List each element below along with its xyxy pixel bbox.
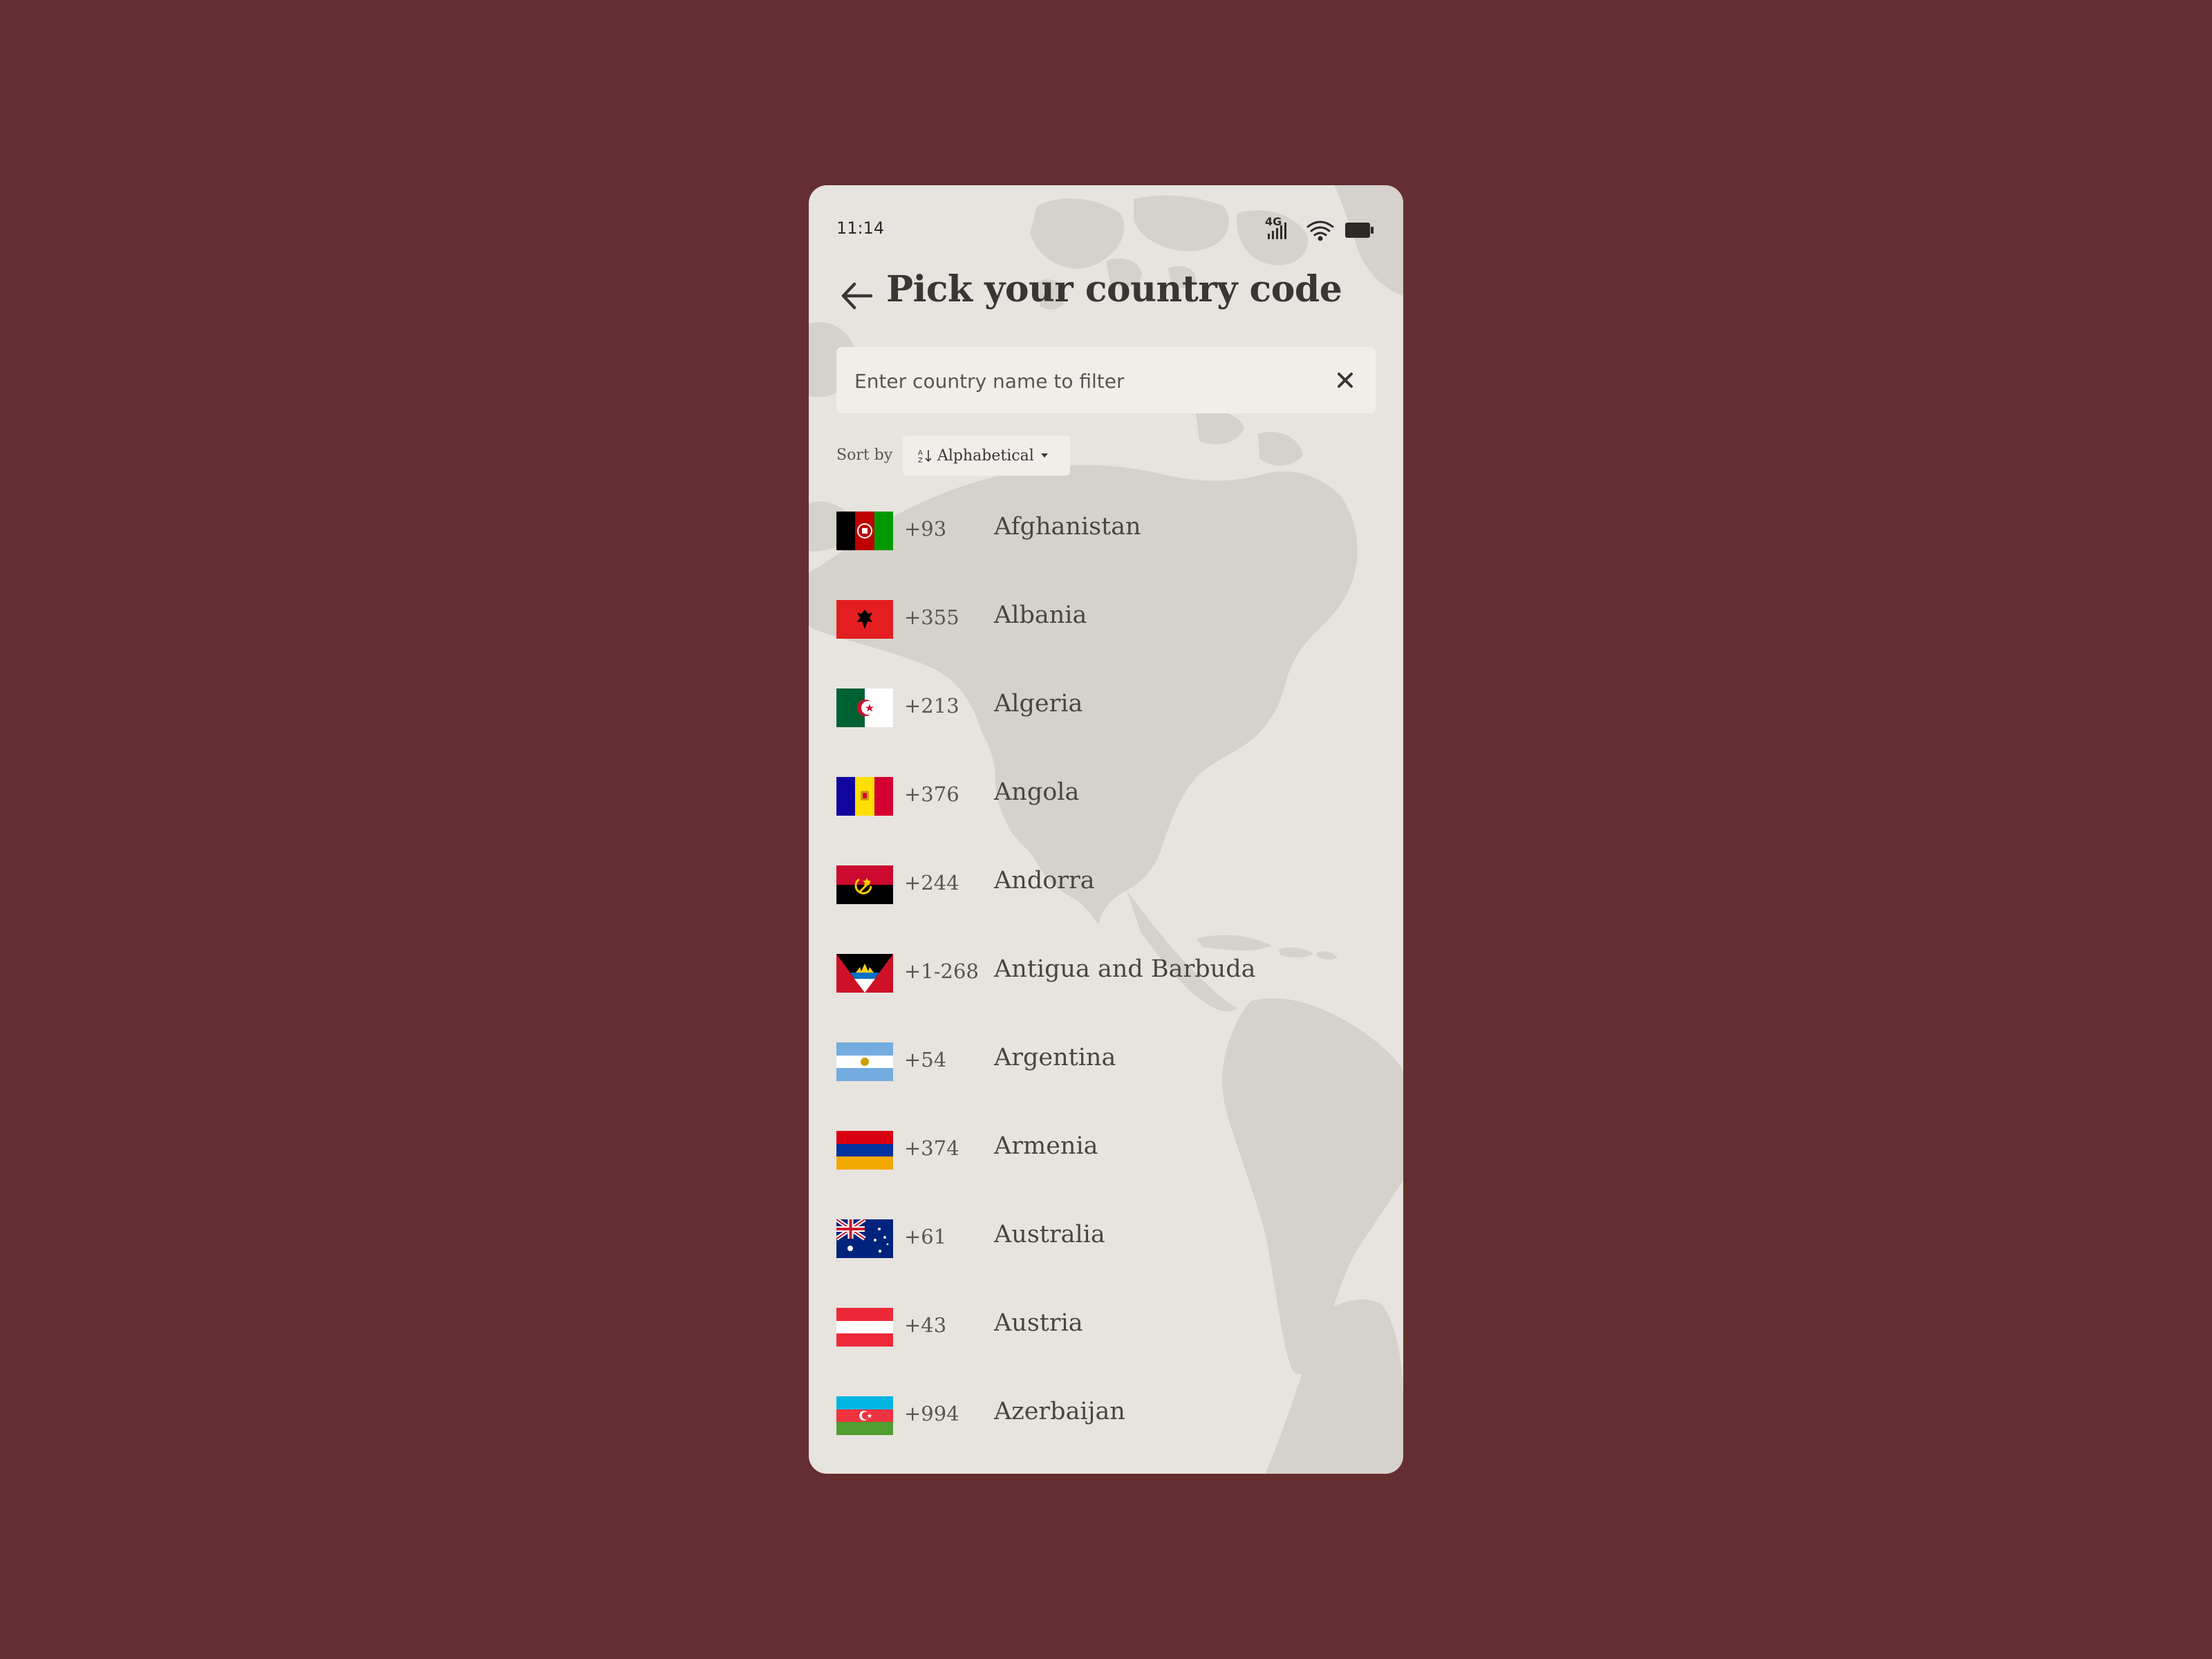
status-bar: 11:14 4G [836,213,1376,247]
network-type-label: 4G [1265,215,1282,228]
angola-flag-icon [836,865,893,904]
country-list: +93 Afghanistan +355 Albania +213 Algeri… [836,489,1376,1463]
dial-code: +994 [904,1402,959,1425]
sort-selected-value: Alphabetical [937,447,1034,465]
dial-code: +355 [904,606,959,629]
search-input[interactable] [853,347,1312,415]
dial-code: +374 [904,1136,959,1160]
afghanistan-flag-icon [836,512,893,550]
dial-code: +93 [904,517,947,541]
page-title: Pick your country code [886,268,1342,310]
status-time: 11:14 [836,218,885,238]
australia-flag-icon [836,1219,893,1258]
svg-text:A: A [918,449,923,457]
status-icons: 4G [1265,213,1376,247]
country-name: Afghanistan [994,513,1141,541]
back-button[interactable] [836,275,878,317]
country-name: Armenia [994,1132,1098,1160]
country-name: Angola [994,778,1080,806]
country-row-afghanistan[interactable]: +93 Afghanistan [836,489,1376,578]
sort-az-icon: A Z [918,449,932,463]
country-name: Austria [994,1309,1083,1337]
country-name: Albania [994,601,1087,629]
arrow-left-icon [841,282,873,310]
sort-row: Sort by A Z Alphabetical [836,435,1376,477]
search-box [836,347,1376,415]
close-icon [1338,373,1353,388]
andorra-flag-icon [836,777,893,816]
country-name: Azerbaijan [994,1398,1125,1425]
country-name: Antigua and Barbuda [994,955,1256,983]
caret-down-icon [1040,453,1048,458]
algeria-flag-icon [836,688,893,727]
sort-label: Sort by [836,447,893,464]
svg-text:Z: Z [918,457,923,463]
country-name: Australia [994,1221,1105,1248]
country-name: Algeria [994,690,1083,718]
country-row-andorra[interactable]: +244 Andorra [836,843,1376,932]
country-name: Argentina [994,1044,1116,1071]
header: Pick your country code [836,261,1382,330]
wifi-icon [1306,221,1334,241]
dial-code: +1-268 [904,959,979,983]
country-row-australia[interactable]: +61 Australia [836,1197,1376,1286]
country-name: Andorra [994,867,1095,894]
country-row-austria[interactable]: +43 Austria [836,1286,1376,1374]
dial-code: +54 [904,1048,947,1071]
austria-flag-icon [836,1308,893,1347]
azerbaijan-flag-icon [836,1396,893,1435]
dial-code: +376 [904,782,959,806]
country-row-algeria[interactable]: +213 Algeria [836,666,1376,755]
country-row-antigua-and-barbuda[interactable]: +1-268 Antigua and Barbuda [836,932,1376,1020]
dial-code: +244 [904,871,959,894]
battery-icon [1345,223,1374,238]
signal-icon: 4G [1265,215,1286,239]
antigua-flag-icon [836,954,893,993]
clear-search-button[interactable] [1333,368,1358,393]
armenia-flag-icon [836,1131,893,1170]
dial-code: +213 [904,694,959,718]
country-row-azerbaijan[interactable]: +994 Azerbaijan [836,1374,1376,1463]
country-row-armenia[interactable]: +374 Armenia [836,1109,1376,1197]
albania-flag-icon [836,600,893,639]
country-row-albania[interactable]: +355 Albania [836,578,1376,666]
country-row-argentina[interactable]: +54 Argentina [836,1020,1376,1109]
country-row-angola[interactable]: +376 Angola [836,755,1376,843]
dial-code: +61 [904,1225,947,1248]
phone-screen: 11:14 4G Pick your country code Enter co… [809,185,1403,1474]
argentina-flag-icon [836,1042,893,1081]
sort-dropdown[interactable]: A Z Alphabetical [903,435,1070,476]
dial-code: +43 [904,1313,947,1337]
